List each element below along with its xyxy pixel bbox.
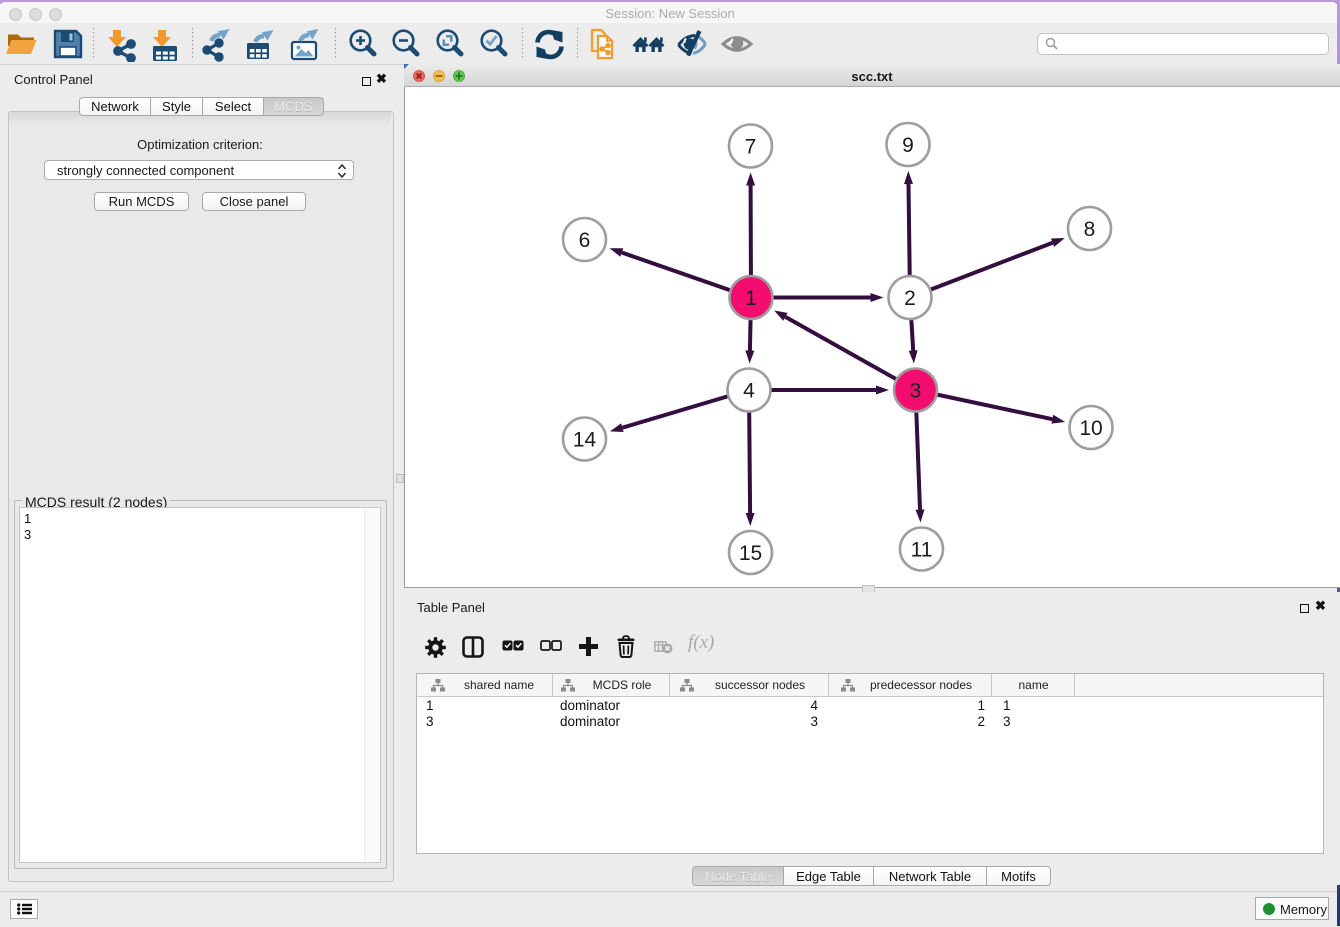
svg-text:10: 10: [1079, 417, 1102, 440]
svg-text:8: 8: [1084, 218, 1096, 241]
svg-text:1: 1: [745, 287, 757, 310]
svg-text:4: 4: [743, 380, 755, 403]
svg-text:6: 6: [579, 229, 591, 252]
svg-text:14: 14: [573, 429, 597, 452]
svg-text:2: 2: [904, 287, 916, 310]
svg-text:3: 3: [910, 380, 922, 403]
svg-text:15: 15: [739, 542, 762, 565]
svg-text:7: 7: [745, 136, 757, 159]
svg-text:11: 11: [911, 539, 933, 562]
svg-text:9: 9: [902, 134, 914, 157]
